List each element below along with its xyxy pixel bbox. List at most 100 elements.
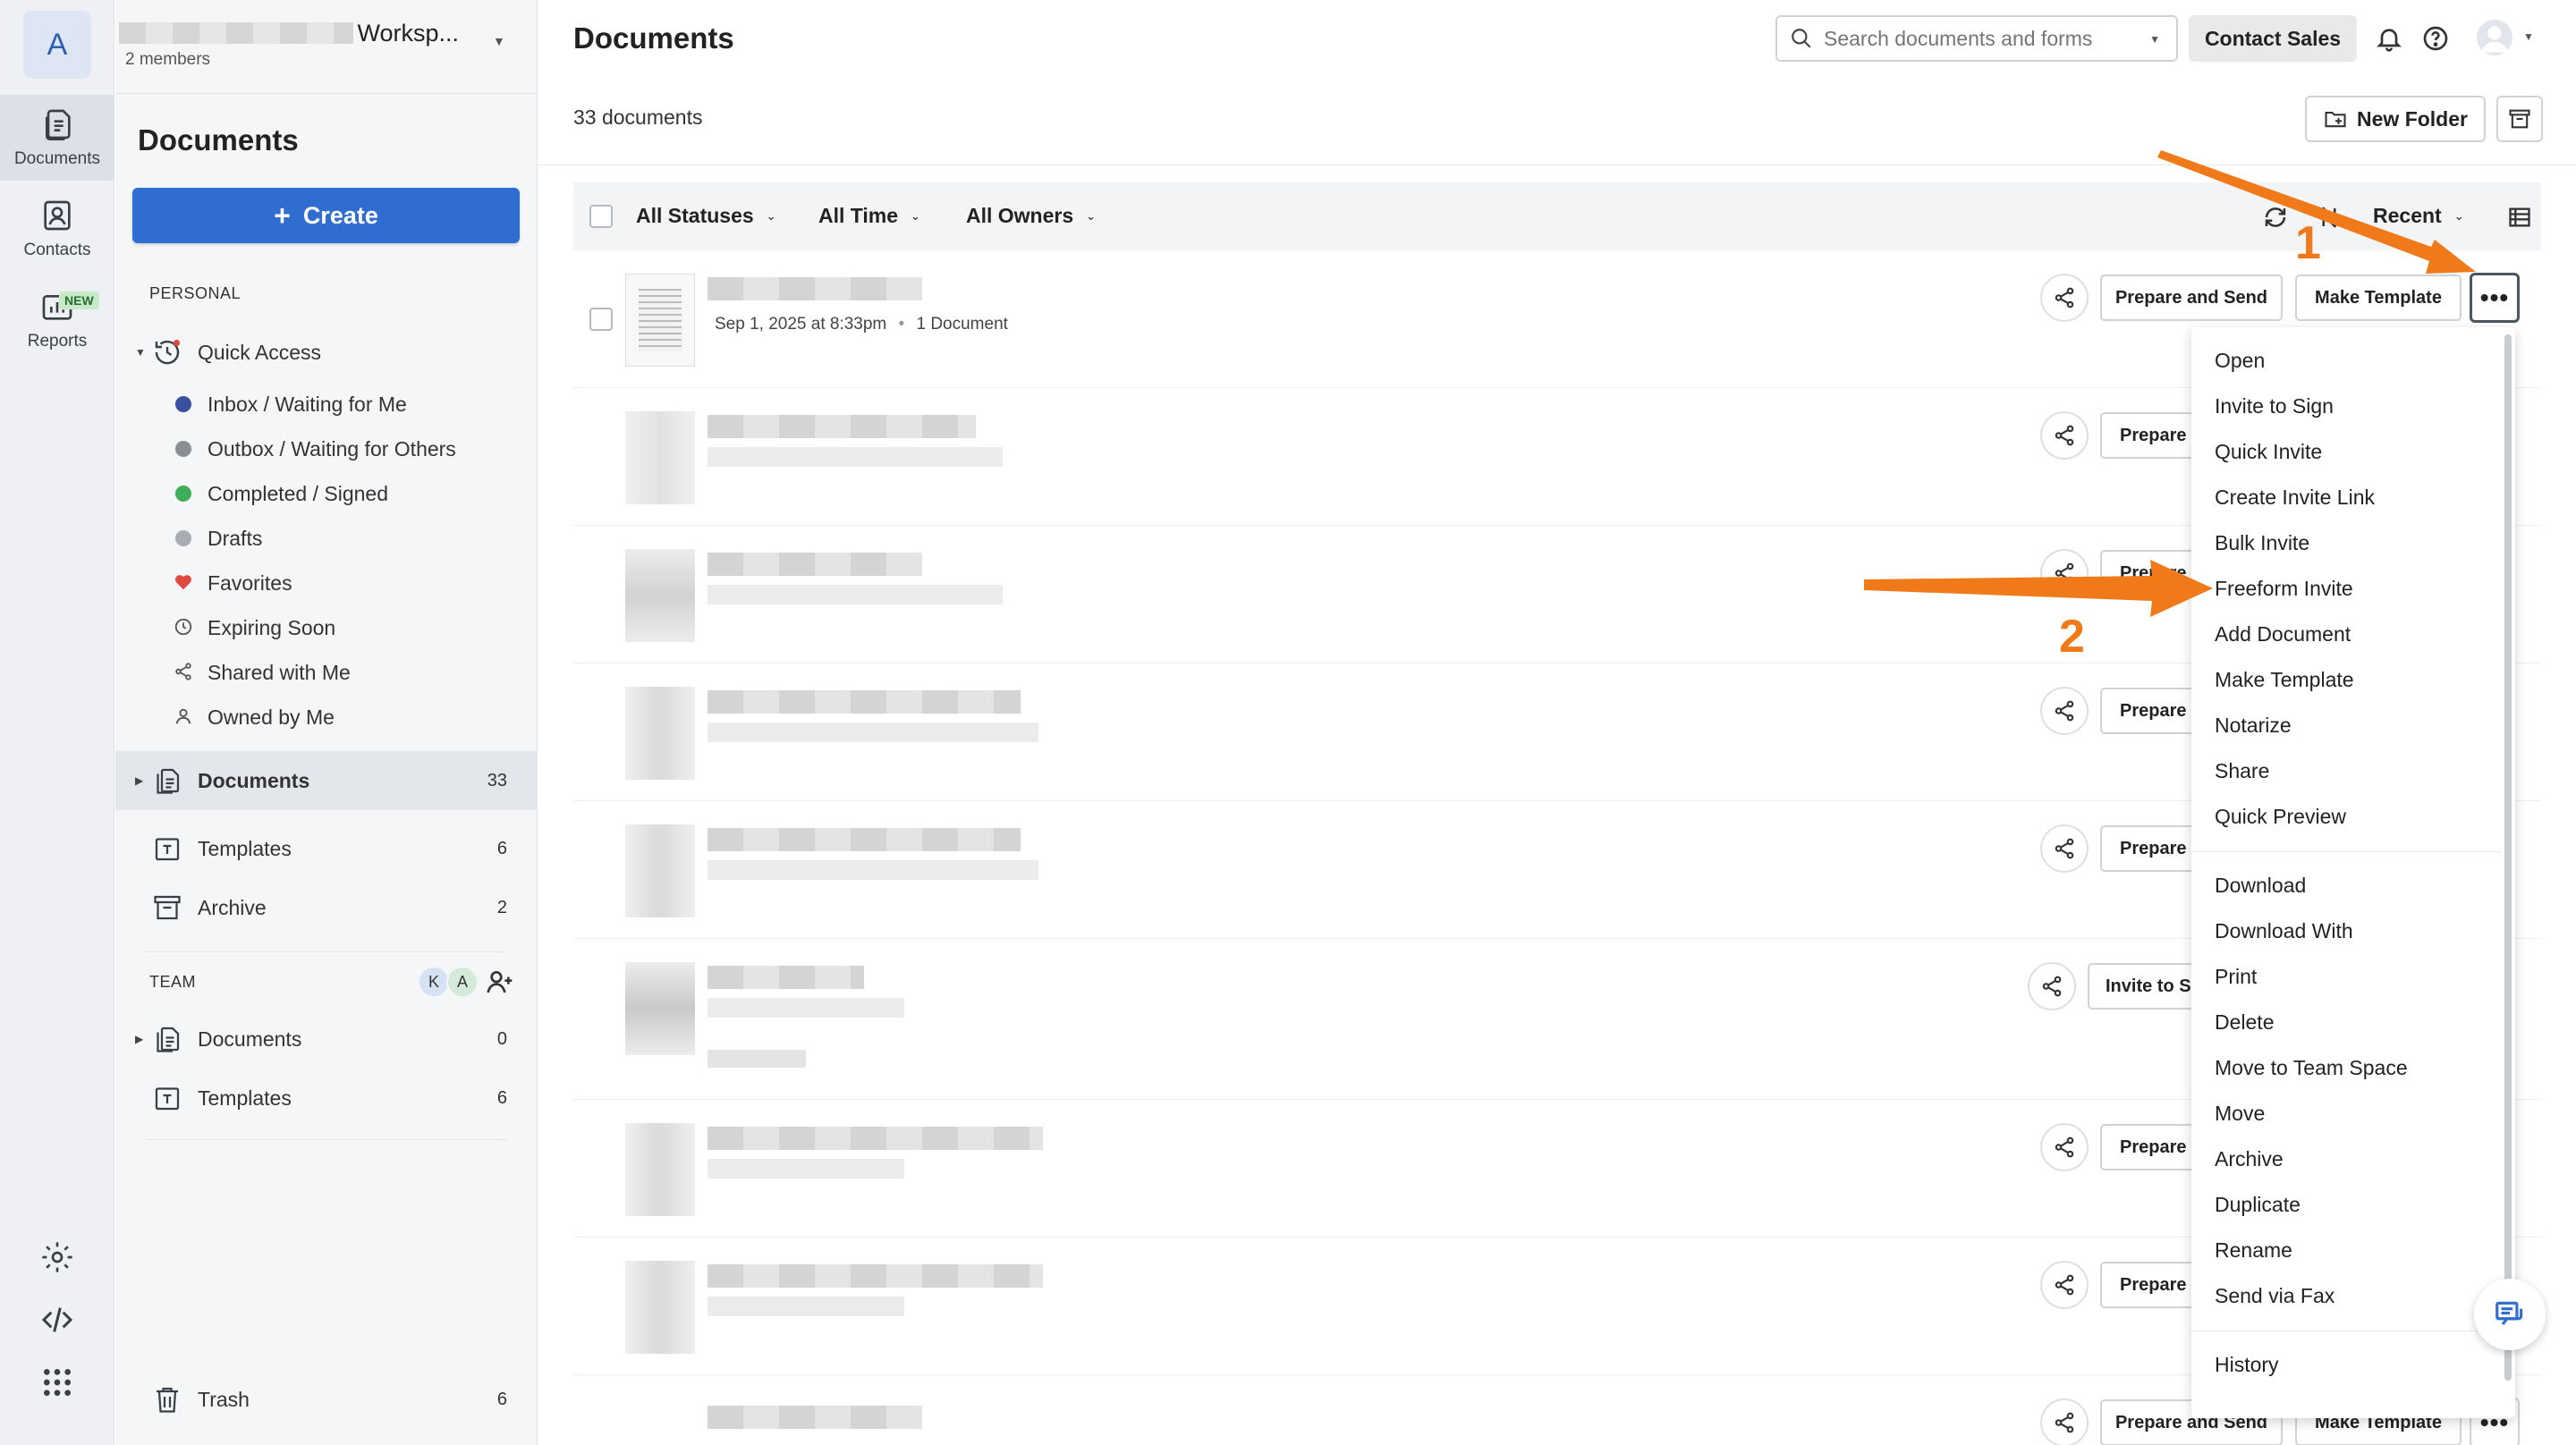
- invite-to-sign-button[interactable]: Invite to S: [2088, 963, 2199, 1010]
- menu-item-move-to-team-space[interactable]: Move to Team Space: [2191, 1045, 2501, 1091]
- menu-item-add-document[interactable]: Add Document: [2191, 612, 2501, 657]
- workspace-logo[interactable]: A: [23, 11, 91, 79]
- share-button[interactable]: [2040, 549, 2089, 597]
- share-button[interactable]: [2040, 687, 2089, 735]
- rail-item-reports[interactable]: Reports NEW: [0, 277, 114, 363]
- sidebar-item-outbox[interactable]: Outbox / Waiting for Others: [115, 427, 538, 470]
- sidebar-item-completed[interactable]: Completed / Signed: [115, 472, 538, 515]
- chevron-right-icon[interactable]: ▶: [135, 774, 143, 787]
- make-template-button[interactable]: Make Template: [2295, 275, 2462, 321]
- help-icon[interactable]: [2421, 24, 2450, 53]
- prepare-and-send-button[interactable]: Prepare: [2100, 1262, 2199, 1308]
- menu-item-notarize[interactable]: Notarize: [2191, 703, 2501, 748]
- user-avatar[interactable]: [2477, 20, 2512, 55]
- chat-support-button[interactable]: [2474, 1279, 2546, 1350]
- search-box[interactable]: ▼: [1775, 15, 2178, 62]
- chevron-down-icon[interactable]: ▼: [2523, 30, 2534, 43]
- time-filter[interactable]: All Time ⌄: [818, 204, 920, 228]
- menu-item-bulk-invite[interactable]: Bulk Invite: [2191, 520, 2501, 566]
- share-button[interactable]: [2040, 274, 2089, 322]
- document-thumbnail: [625, 1261, 695, 1354]
- menu-item-rename[interactable]: Rename: [2191, 1228, 2501, 1273]
- search-input[interactable]: [1824, 26, 2128, 51]
- redacted-document-title: [708, 553, 922, 576]
- sidebar-item-favorites[interactable]: Favorites: [115, 562, 538, 604]
- menu-item-history[interactable]: History: [2191, 1342, 2501, 1388]
- menu-item-quick-preview[interactable]: Quick Preview: [2191, 794, 2501, 840]
- chevron-down-icon[interactable]: ▼: [493, 34, 505, 48]
- menu-item-download[interactable]: Download: [2191, 863, 2501, 908]
- share-button[interactable]: [2040, 1399, 2089, 1445]
- add-user-icon[interactable]: [486, 968, 514, 996]
- row-checkbox[interactable]: [589, 308, 613, 331]
- share-button[interactable]: [2028, 962, 2076, 1010]
- sidebar-item-team-documents[interactable]: ▶ Documents 0: [115, 1010, 538, 1068]
- share-button[interactable]: [2040, 824, 2089, 873]
- sidebar-item-quick-access[interactable]: ▼ Quick Access: [115, 331, 538, 374]
- sidebar-item-team-templates[interactable]: Templates 6: [115, 1069, 538, 1127]
- bell-icon[interactable]: [2375, 24, 2403, 53]
- menu-item-duplicate[interactable]: Duplicate: [2191, 1182, 2501, 1228]
- document-thumbnail: [625, 824, 695, 917]
- menu-item-make-template[interactable]: Make Template: [2191, 657, 2501, 703]
- plus-icon: +: [274, 199, 291, 232]
- owner-filter[interactable]: All Owners ⌄: [966, 204, 1096, 228]
- new-folder-button[interactable]: New Folder: [2305, 96, 2486, 142]
- share-icon: [2042, 976, 2062, 997]
- document-count: 33 documents: [573, 106, 703, 129]
- sidebar-item-templates[interactable]: Templates 6: [115, 819, 538, 878]
- menu-item-invite-to-sign[interactable]: Invite to Sign: [2191, 384, 2501, 429]
- redacted-meta: [708, 585, 1003, 604]
- share-button[interactable]: [2040, 1123, 2089, 1171]
- chevron-down-icon[interactable]: ▼: [135, 346, 146, 359]
- contact-sales-button[interactable]: Contact Sales: [2189, 15, 2357, 62]
- menu-item-archive[interactable]: Archive: [2191, 1137, 2501, 1182]
- code-icon[interactable]: [39, 1302, 75, 1338]
- menu-item-quick-invite[interactable]: Quick Invite: [2191, 429, 2501, 475]
- prepare-and-send-button[interactable]: Prepare: [2100, 688, 2199, 734]
- create-button[interactable]: + Create: [132, 188, 520, 243]
- apps-grid-icon[interactable]: [39, 1365, 75, 1400]
- select-all-checkbox[interactable]: [589, 205, 613, 228]
- sidebar-title: Documents: [138, 123, 299, 156]
- workspace-switcher[interactable]: Worksp...: [119, 20, 459, 46]
- refresh-icon[interactable]: [2262, 204, 2289, 231]
- menu-item-freeform-invite[interactable]: Freeform Invite: [2191, 566, 2501, 612]
- menu-item-delete[interactable]: Delete: [2191, 1000, 2501, 1045]
- list-view-icon[interactable]: [2507, 205, 2532, 230]
- status-filter[interactable]: All Statuses ⌄: [636, 204, 776, 228]
- sidebar-item-documents[interactable]: ▶ Documents 33: [115, 751, 538, 810]
- menu-item-open[interactable]: Open: [2191, 338, 2501, 384]
- menu-item-move[interactable]: Move: [2191, 1091, 2501, 1137]
- rail-item-contacts[interactable]: Contacts: [0, 186, 114, 272]
- sidebar-item-shared-with-me[interactable]: Shared with Me: [115, 651, 538, 694]
- menu-item-print[interactable]: Print: [2191, 954, 2501, 1000]
- rail-item-documents[interactable]: Documents: [0, 95, 114, 181]
- gear-icon[interactable]: [39, 1239, 75, 1275]
- chevron-right-icon[interactable]: ▶: [135, 1033, 143, 1045]
- sort-dropdown[interactable]: Recent ⌄: [2373, 204, 2464, 228]
- share-button[interactable]: [2040, 411, 2089, 460]
- prepare-and-send-button[interactable]: Prepare: [2100, 825, 2199, 872]
- more-options-button[interactable]: •••: [2470, 273, 2520, 323]
- sidebar-item-drafts[interactable]: Drafts: [115, 517, 538, 560]
- redacted-document-title: [708, 1127, 1043, 1150]
- prepare-and-send-button[interactable]: Prepare: [2100, 550, 2199, 596]
- sidebar-item-trash[interactable]: Trash 6: [115, 1370, 538, 1429]
- sidebar-item-archive[interactable]: Archive 2: [115, 878, 538, 937]
- menu-scrollbar[interactable]: [2504, 334, 2512, 1381]
- menu-item-download-with[interactable]: Download With: [2191, 908, 2501, 954]
- prepare-and-send-button[interactable]: Prepare and Send: [2100, 275, 2283, 321]
- sidebar-item-owned-by-me[interactable]: Owned by Me: [115, 696, 538, 739]
- archive-button[interactable]: [2496, 96, 2543, 142]
- menu-item-share[interactable]: Share: [2191, 748, 2501, 794]
- prepare-and-send-button[interactable]: Prepare: [2100, 1124, 2199, 1170]
- sidebar-item-expiring-soon[interactable]: Expiring Soon: [115, 606, 538, 649]
- share-button[interactable]: [2040, 1261, 2089, 1309]
- menu-item-send-via-fax[interactable]: Send via Fax: [2191, 1273, 2501, 1319]
- document-thumbnail: [625, 274, 695, 367]
- menu-item-create-invite-link[interactable]: Create Invite Link: [2191, 475, 2501, 520]
- chevron-down-icon[interactable]: ▼: [2149, 33, 2160, 46]
- sidebar-item-inbox[interactable]: Inbox / Waiting for Me: [115, 383, 538, 426]
- prepare-and-send-button[interactable]: Prepare: [2100, 412, 2199, 459]
